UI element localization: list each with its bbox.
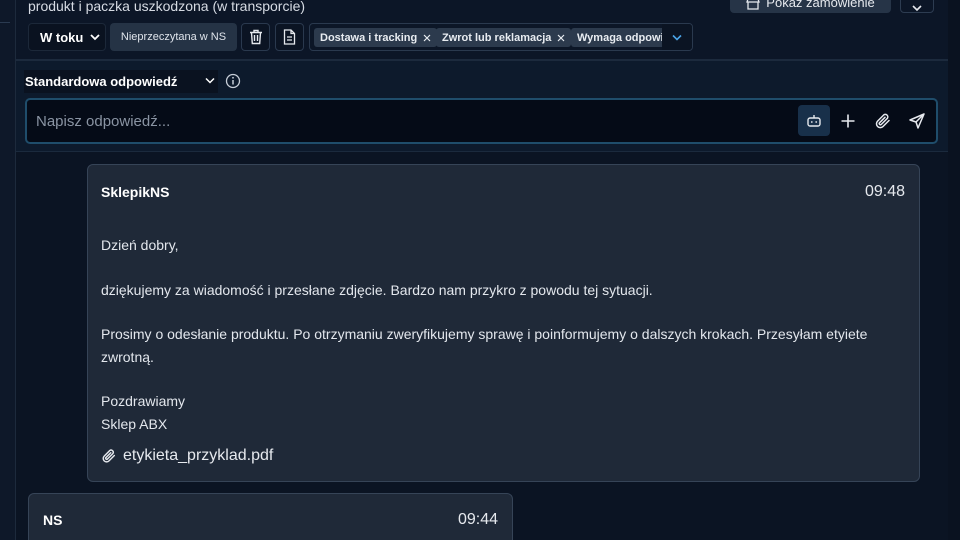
tag-chip[interactable]: Zwrot lub reklamacja — [436, 28, 572, 47]
message-line: dziękujemy za wiadomość i przesłane zdję… — [101, 282, 653, 298]
close-icon[interactable] — [557, 34, 565, 42]
add-button[interactable] — [834, 105, 862, 136]
template-value: Standardowa odpowiedź — [25, 74, 178, 89]
chevron-down-icon — [912, 5, 922, 12]
tags-expand-button[interactable] — [662, 24, 692, 50]
status-value: W toku — [40, 29, 84, 45]
divider — [0, 22, 10, 23]
conversation-subject: produkt i paczka uszkodzona (w transporc… — [28, 0, 306, 14]
message-sender: SklepikNS — [101, 184, 170, 200]
store-icon — [746, 0, 761, 10]
tag-label: Wymaga odpowiedzi — [577, 31, 671, 44]
chevron-down-icon — [90, 34, 100, 41]
show-order-label: Pokaż zamówienie — [766, 0, 875, 10]
chevron-down-icon — [205, 77, 215, 84]
left-sidebar-strip — [0, 0, 16, 540]
plus-icon — [841, 114, 855, 127]
unread-tag-label: Nieprzeczytana w NS — [120, 31, 227, 43]
document-icon — [283, 29, 296, 45]
message-card: NS 09:44 — [28, 493, 513, 540]
more-options-button[interactable] — [900, 0, 934, 13]
message-time: 09:44 — [457, 511, 498, 528]
tags-multiselect[interactable]: Dostawa i tracking Zwrot lub reklamacja … — [309, 23, 693, 51]
message-line: Dzień dobry, — [101, 237, 179, 253]
message-line: zwrotną. — [101, 349, 154, 365]
template-dropdown[interactable]: Standardowa odpowiedź — [24, 70, 218, 93]
status-dropdown[interactable]: W toku — [28, 23, 106, 51]
robot-icon — [807, 114, 821, 127]
message-line: Pozdrawiamy — [101, 393, 186, 409]
show-order-button[interactable]: Pokaż zamówienie — [730, 0, 891, 13]
reply-composer: Standardowa odpowiedź — [16, 61, 948, 152]
message-card: SklepikNS 09:48 Dzień dobry, dziękujemy … — [87, 164, 920, 482]
tag-label: Zwrot lub reklamacja — [442, 31, 552, 44]
message-sender: NS — [43, 512, 63, 528]
delete-button[interactable] — [241, 23, 270, 51]
reply-input[interactable] — [27, 100, 787, 142]
attachment-name: etykieta_przyklad.pdf — [123, 447, 274, 464]
message-time: 09:48 — [864, 183, 905, 200]
paperclip-icon — [102, 449, 116, 463]
send-icon — [909, 112, 925, 129]
tag-label: Dostawa i tracking — [320, 31, 418, 44]
send-button[interactable] — [903, 105, 931, 136]
message-line: Sklep ABX — [101, 416, 168, 432]
tag-chip[interactable]: Dostawa i tracking — [314, 28, 438, 47]
ai-assist-button[interactable] — [798, 105, 830, 136]
message-line: Prosimy o odesłanie produktu. Po otrzyma… — [101, 326, 868, 342]
info-icon[interactable] — [225, 73, 241, 89]
close-icon[interactable] — [423, 34, 431, 42]
attachment-link[interactable]: etykieta_przyklad.pdf — [101, 447, 273, 465]
paperclip-icon — [875, 113, 890, 128]
tag-chip[interactable]: Wymaga odpowiedzi — [571, 28, 671, 47]
attach-button[interactable] — [869, 105, 897, 136]
trash-icon — [249, 29, 262, 45]
conversation-panel: produkt i paczka uszkodzona (w transporc… — [16, 0, 948, 540]
scrollbar-track[interactable] — [948, 0, 960, 540]
notes-button[interactable] — [275, 23, 304, 51]
unread-status-tag[interactable]: Nieprzeczytana w NS — [110, 23, 237, 51]
chevron-down-icon — [672, 34, 682, 41]
conversation-header: produkt i paczka uszkodzona (w transporc… — [16, 0, 948, 61]
reply-input-container — [25, 98, 938, 144]
